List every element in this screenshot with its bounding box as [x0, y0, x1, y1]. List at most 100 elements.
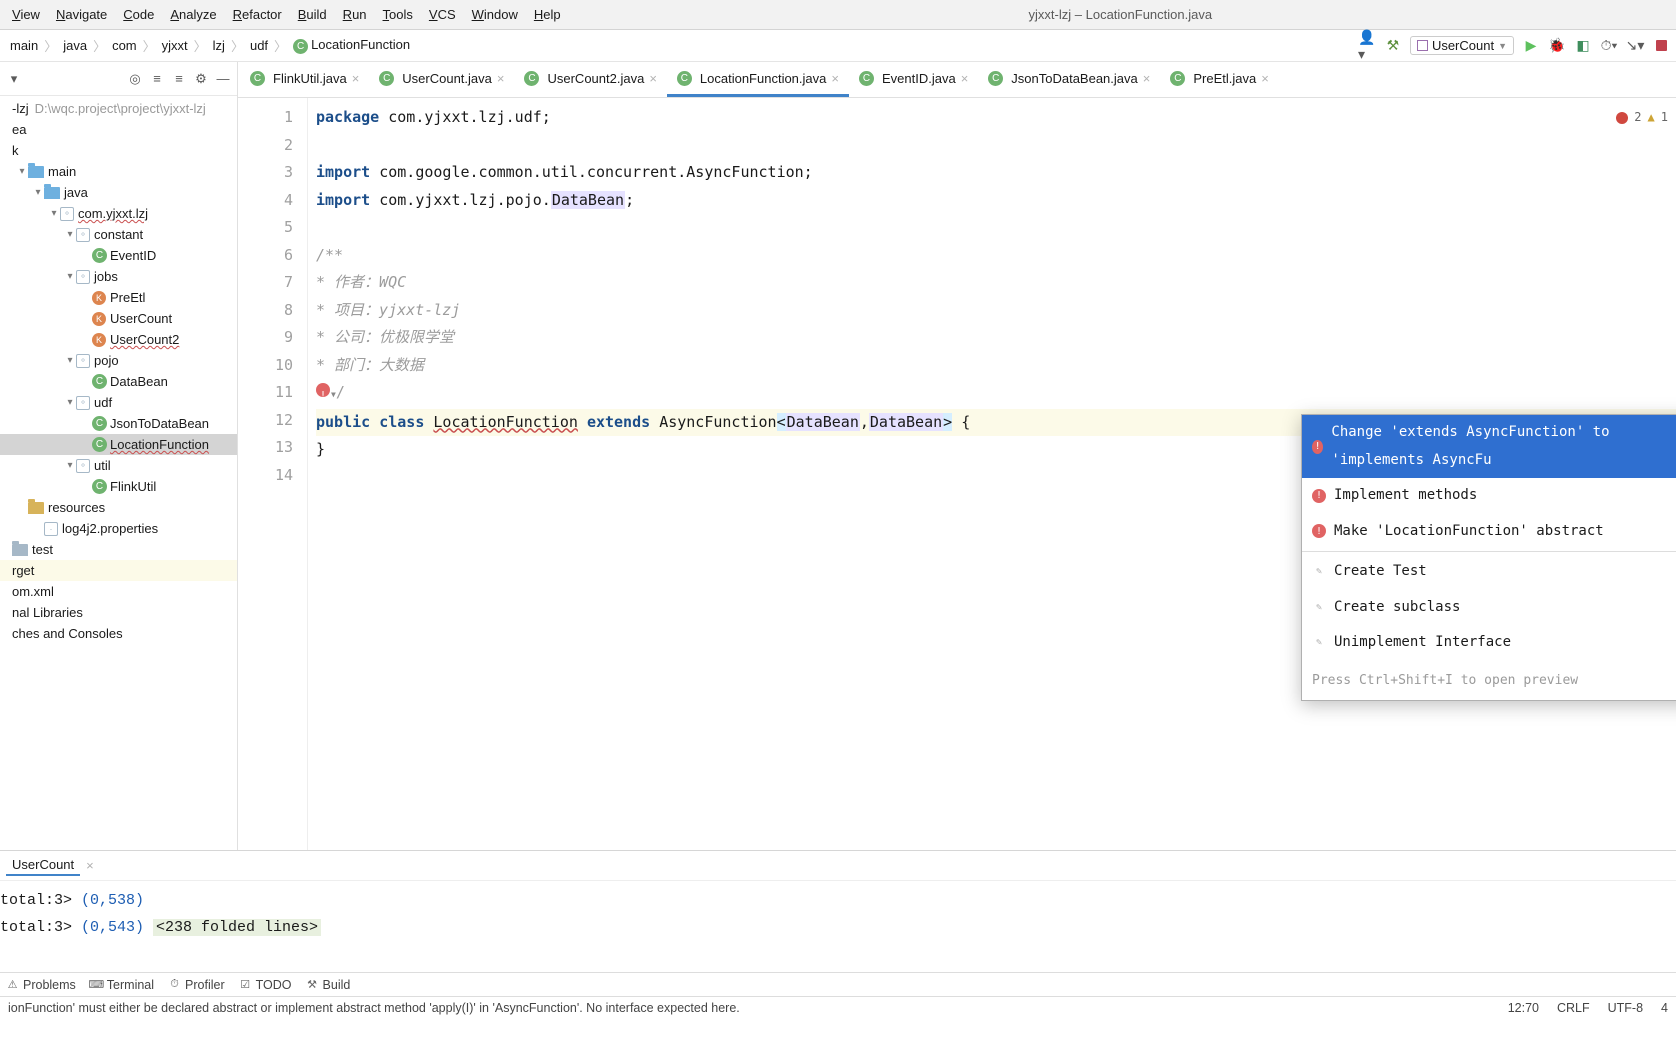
tree-row[interactable]: CLocationFunction [0, 434, 237, 455]
menu-window[interactable]: Window [464, 3, 526, 26]
settings-icon[interactable]: ⚙ [193, 71, 209, 87]
breadcrumb-item[interactable]: java [59, 36, 91, 55]
attach-icon[interactable]: ↘▾ [1626, 37, 1644, 55]
intention-item[interactable]: !Make 'LocationFunction' abstract [1302, 514, 1676, 550]
project-tree[interactable]: -lzj D:\wqc.project\project\yjxxt-lzjeak… [0, 96, 237, 850]
tree-row[interactable]: KUserCount2 [0, 329, 237, 350]
intention-bulb-icon[interactable] [316, 383, 330, 397]
chevron-down-icon[interactable]: ▾ [6, 71, 22, 87]
intention-item[interactable]: !Change 'extends AsyncFunction' to 'impl… [1302, 415, 1676, 478]
tree-row[interactable]: ·log4j2.properties [0, 518, 237, 539]
close-icon[interactable]: × [497, 71, 505, 86]
tool-problems[interactable]: ⚠Problems [6, 978, 76, 992]
inspection-indicator[interactable]: 2 ▲1 [1616, 104, 1668, 132]
editor-tab[interactable]: CFlinkUtil.java× [240, 62, 369, 97]
profiler-icon[interactable]: ⏱▾ [1600, 37, 1618, 55]
tree-row[interactable]: CJsonToDataBean [0, 413, 237, 434]
add-user-icon[interactable]: 👤▾ [1358, 37, 1376, 55]
run-icon[interactable]: ▶ [1522, 37, 1540, 55]
tree-row[interactable]: k [0, 140, 237, 161]
debug-icon[interactable]: 🐞 [1548, 37, 1566, 55]
class-icon: C [92, 374, 107, 389]
breadcrumb-item[interactable]: lzj [209, 36, 229, 55]
close-icon[interactable]: × [961, 71, 969, 86]
caret-position[interactable]: 12:70 [1508, 1001, 1539, 1015]
menu-tools[interactable]: Tools [375, 3, 421, 26]
build-hammer-icon[interactable]: ⚒ [1384, 37, 1402, 55]
tree-row[interactable]: resources [0, 497, 237, 518]
editor-tab[interactable]: CUserCount2.java× [514, 62, 666, 97]
tree-row[interactable]: CEventID [0, 245, 237, 266]
breadcrumb-item[interactable]: com [108, 36, 141, 55]
editor-tab[interactable]: CPreEtl.java× [1160, 62, 1278, 97]
breadcrumb-item[interactable]: main [6, 36, 42, 55]
indent[interactable]: 4 [1661, 1001, 1668, 1015]
close-icon[interactable]: × [649, 71, 657, 86]
coverage-icon[interactable]: ◧ [1574, 37, 1592, 55]
hide-icon[interactable]: — [215, 71, 231, 87]
kotlin-icon: K [92, 312, 106, 326]
close-icon[interactable]: × [352, 71, 360, 86]
close-icon[interactable]: × [1143, 71, 1151, 86]
select-open-file-icon[interactable]: ◎ [127, 71, 143, 87]
intention-item[interactable]: !Implement methods [1302, 478, 1676, 514]
tree-row[interactable]: ▾main [0, 161, 237, 182]
menu-vcs[interactable]: VCS [421, 3, 464, 26]
intention-item[interactable]: ✎Create subclass [1302, 590, 1676, 626]
tree-row[interactable]: rget [0, 560, 237, 581]
tree-row[interactable]: CFlinkUtil [0, 476, 237, 497]
tree-row[interactable]: ▾⚬com.yjxxt.lzj [0, 203, 237, 224]
folded-lines[interactable]: <238 folded lines> [153, 919, 321, 936]
tool-profiler[interactable]: ⏱Profiler [168, 978, 225, 992]
collapse-all-icon[interactable]: ≡ [171, 71, 187, 87]
tree-row[interactable]: ea [0, 119, 237, 140]
tree-row[interactable]: ▾⚬util [0, 455, 237, 476]
menu-help[interactable]: Help [526, 3, 569, 26]
menu-analyze[interactable]: Analyze [162, 3, 224, 26]
tree-row[interactable]: KUserCount [0, 308, 237, 329]
menu-navigate[interactable]: Navigate [48, 3, 115, 26]
breadcrumb-item[interactable]: udf [246, 36, 272, 55]
close-icon[interactable]: × [831, 71, 839, 86]
tree-row[interactable]: ▾⚬jobs [0, 266, 237, 287]
editor-tab[interactable]: CLocationFunction.java× [667, 62, 849, 97]
tree-row[interactable]: nal Libraries [0, 602, 237, 623]
class-icon: C [250, 71, 265, 86]
breadcrumb-item[interactable]: CLocationFunction [289, 35, 414, 56]
menu-view[interactable]: View [4, 3, 48, 26]
close-icon[interactable]: × [86, 858, 94, 873]
line-ending[interactable]: CRLF [1557, 1001, 1590, 1015]
expand-all-icon[interactable]: ≡ [149, 71, 165, 87]
tree-row[interactable]: test [0, 539, 237, 560]
tree-row[interactable]: ▾⚬constant [0, 224, 237, 245]
menu-refactor[interactable]: Refactor [225, 3, 290, 26]
tree-row[interactable]: ▾⚬udf [0, 392, 237, 413]
tree-label: LocationFunction [110, 437, 215, 452]
encoding[interactable]: UTF-8 [1608, 1001, 1643, 1015]
editor[interactable]: 2 ▲1 package com.yjxxt.lzj.udf; import c… [308, 98, 1676, 850]
run-console[interactable]: total:3> (0,538) total:3> (0,543) <238 f… [0, 881, 1676, 972]
tree-row[interactable]: KPreEtl [0, 287, 237, 308]
stop-icon[interactable] [1652, 37, 1670, 55]
tree-row[interactable]: -lzj D:\wqc.project\project\yjxxt-lzj [0, 98, 237, 119]
intention-item[interactable]: ✎Unimplement Interface [1302, 625, 1676, 661]
editor-tab[interactable]: CJsonToDataBean.java× [978, 62, 1160, 97]
tree-row[interactable]: om.xml [0, 581, 237, 602]
breadcrumb-item[interactable]: yjxxt [158, 36, 192, 55]
menu-build[interactable]: Build [290, 3, 335, 26]
tree-row[interactable]: ▾java [0, 182, 237, 203]
tree-row[interactable]: CDataBean [0, 371, 237, 392]
editor-tab[interactable]: CUserCount.java× [369, 62, 514, 97]
close-icon[interactable]: × [1261, 71, 1269, 86]
tree-row[interactable]: ches and Consoles [0, 623, 237, 644]
tree-row[interactable]: ▾⚬pojo [0, 350, 237, 371]
intention-item[interactable]: ✎Create Test [1302, 554, 1676, 590]
run-config-selector[interactable]: UserCount ▼ [1410, 36, 1514, 55]
tool-todo[interactable]: ☑TODO [239, 978, 292, 992]
run-tab[interactable]: UserCount [6, 855, 80, 876]
tool-build[interactable]: ⚒Build [306, 978, 351, 992]
menu-code[interactable]: Code [115, 3, 162, 26]
menu-run[interactable]: Run [335, 3, 375, 26]
editor-tab[interactable]: CEventID.java× [849, 62, 978, 97]
tool-terminal[interactable]: ⌨Terminal [90, 978, 154, 992]
